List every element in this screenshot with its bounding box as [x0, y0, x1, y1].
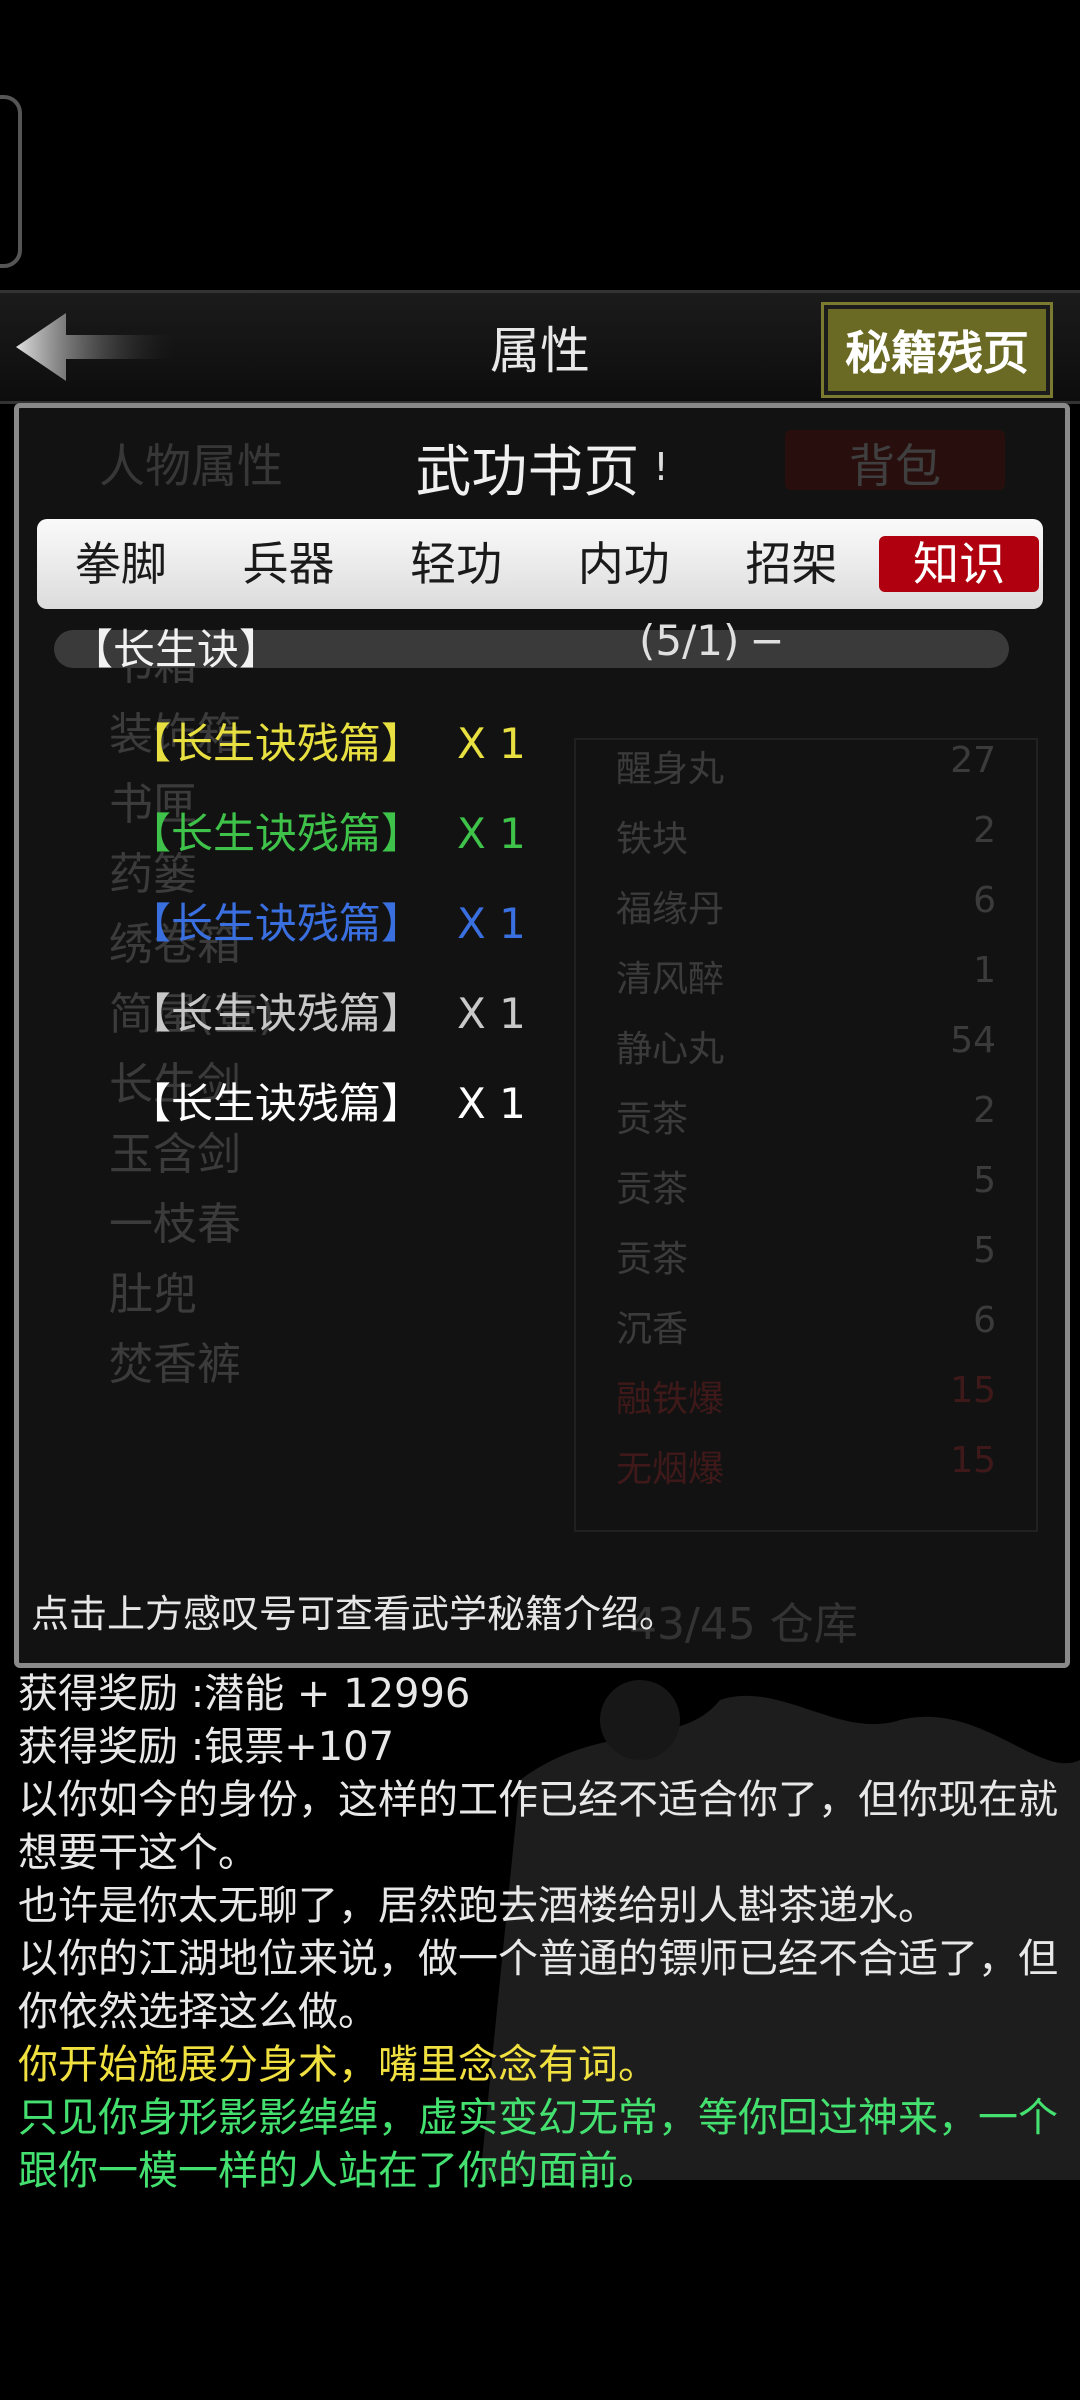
list-item: 无烟爆 15 [616, 1440, 996, 1490]
list-item: 一枝春 [109, 1199, 241, 1250]
list-item: 静心丸 54 [616, 1020, 996, 1070]
book-pages-panel: 人物属性 背包 书箱 装饰箱 书匣 药篓 绣卷箱 简屋(壹) 长生剑 玉含剑 一… [14, 403, 1070, 1668]
category-tabbar: 拳脚 兵器 轻功 内功 招架 知识 [37, 519, 1043, 609]
log-line: 获得奖励 :潜能 + 12996 [18, 1671, 471, 1717]
list-item: 贡茶 2 [616, 1090, 996, 1140]
list-item: 贡茶 5 [616, 1160, 996, 1210]
tab-weapon[interactable]: 兵器 [208, 536, 368, 592]
status-area [0, 0, 1080, 290]
list-item: 肚兜 [109, 1269, 197, 1320]
log-line: 获得奖励 :银票+107 [18, 1724, 395, 1770]
hint-text: 点击上方感叹号可查看武学秘籍介绍。 [31, 1592, 678, 1636]
fragment-item[interactable]: 【长生诀残篇】 X 1 [129, 890, 526, 951]
skill-name: 【长生诀】 [71, 625, 282, 674]
tab-knowledge[interactable]: 知识 [879, 536, 1040, 592]
log-line: 以你的江湖地位来说，做一个普通的镖师已经不合适了，但你依然选择这么做。 [18, 1936, 1058, 2035]
collapse-toggle[interactable]: − [749, 616, 784, 665]
list-item: 贡茶 5 [616, 1230, 996, 1280]
top-header: 属性 秘籍残页 [0, 290, 1080, 404]
fragment-item[interactable]: 【长生诀残篇】 X 1 [129, 980, 526, 1041]
info-exclaim-icon[interactable]: ! [653, 445, 668, 489]
secret-pages-button[interactable]: 秘籍残页 [824, 305, 1050, 395]
list-item: 铁块 2 [616, 810, 996, 860]
log-line: 你开始施展分身术，嘴里念念有词。 [18, 2042, 658, 2088]
list-item: 沉香 6 [616, 1300, 996, 1350]
fragment-item[interactable]: 【长生诀残篇】 X 1 [129, 710, 526, 771]
list-item: 醒身丸 27 [616, 740, 996, 790]
list-item: 融铁爆 15 [616, 1370, 996, 1420]
tab-internal[interactable]: 内功 [544, 536, 704, 592]
list-item: 福缘丹 6 [616, 880, 996, 930]
list-item: 清风醉 1 [616, 950, 996, 1000]
tab-fist[interactable]: 拳脚 [41, 536, 201, 592]
tab-parry[interactable]: 招架 [711, 536, 871, 592]
book-header: 武功书页 ! [29, 408, 1055, 526]
fragment-item[interactable]: 【长生诀残篇】 X 1 [129, 800, 526, 861]
book-title: 武功书页 [415, 439, 640, 505]
fragment-item[interactable]: 【长生诀残篇】 X 1 [129, 1070, 526, 1131]
log-line: 也许是你太无聊了，居然跑去酒楼给别人斟茶递水。 [18, 1883, 938, 1929]
skill-count: (5/1) − [639, 616, 785, 665]
log-line: 只见你身形影影绰绰，虚实变幻无常，等你回过神来，一个跟你一模一样的人站在了你的面… [18, 2095, 1058, 2194]
log-line: 以你如今的身份，这样的工作已经不适合你了，但你现在就想要干这个。 [18, 1777, 1058, 1876]
bg-bag-list: 醒身丸 27 铁块 2 福缘丹 6 清风醉 1 静心丸 54 贡茶 2 贡茶 5 贡茶 5 沉香… [574, 738, 1038, 1532]
tab-lightness[interactable]: 轻功 [376, 536, 536, 592]
list-item: 焚香裤 [109, 1339, 241, 1390]
message-log: 获得奖励 :潜能 + 12996 获得奖励 :银票+107 以你如今的身份，这样… [18, 1668, 1068, 2198]
side-drawer-handle[interactable] [0, 95, 22, 268]
